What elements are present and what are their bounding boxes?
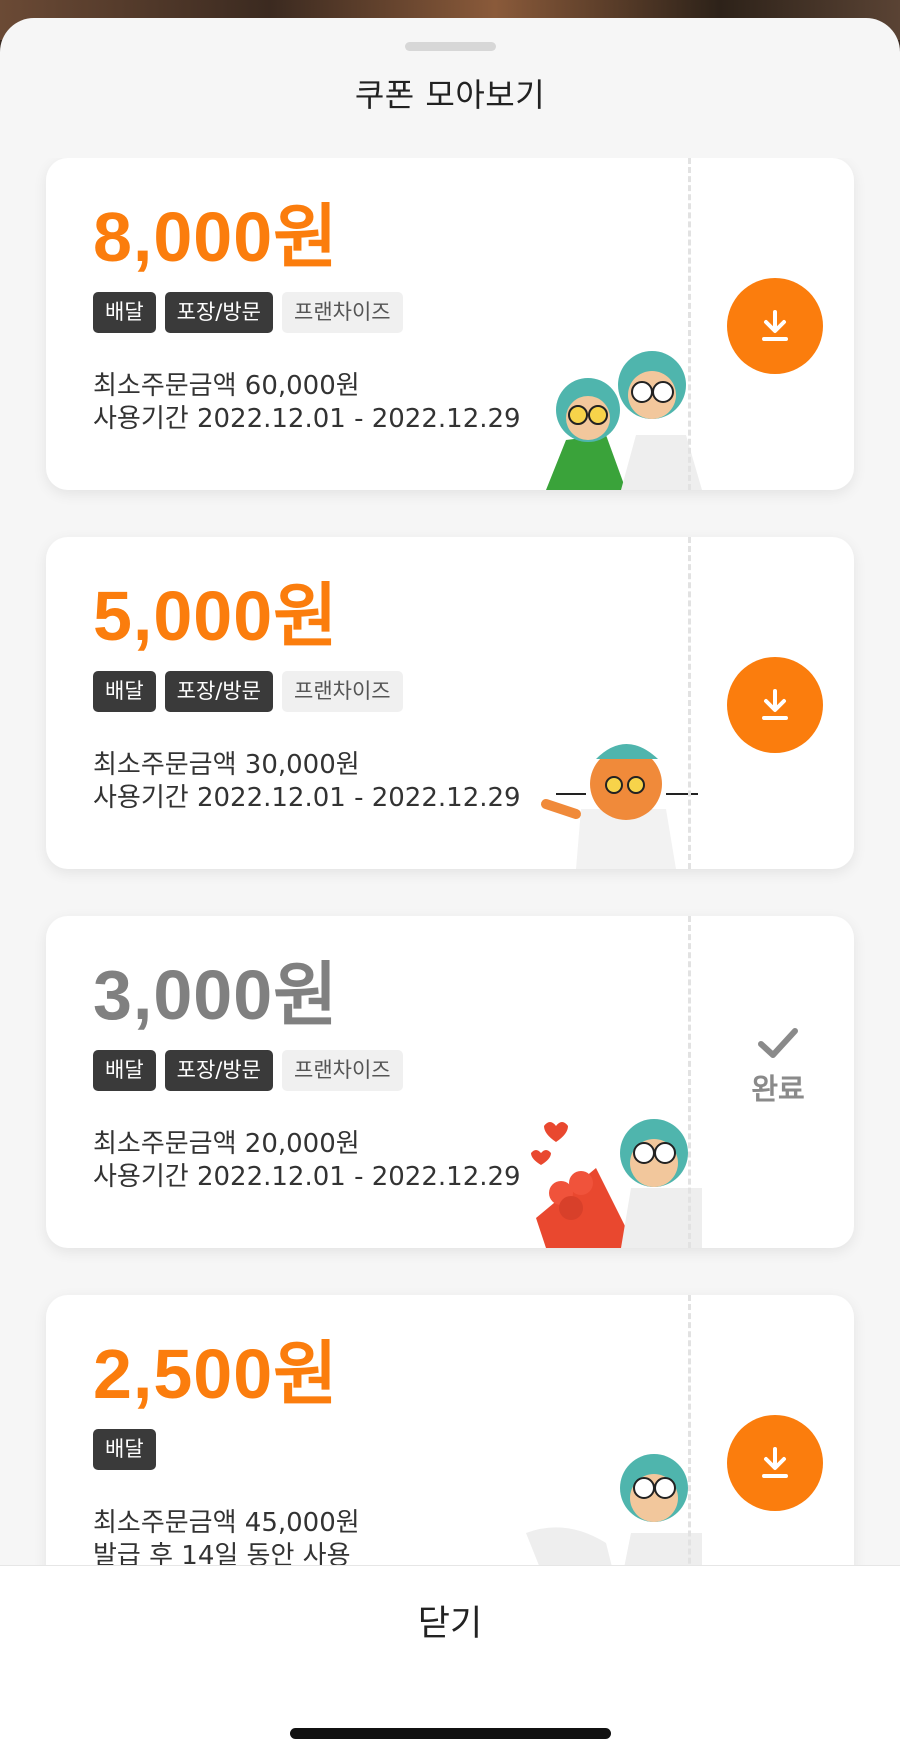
coupon-perforation [688,158,691,490]
coupon-card: 5,000원 배달 포장/방문 프랜차이즈 최소주문금액 30,000원 사용기… [46,537,854,869]
home-indicator [290,1728,611,1739]
tag-pickup: 포장/방문 [164,292,273,333]
coupon-min-order: 최소주문금액 60,000원 [93,371,360,401]
download-coupon-button[interactable] [727,657,823,753]
coupon-period: 사용기간 2022.12.01 - 2022.12.29 [93,1162,521,1192]
tag-delivery: 배달 [93,1429,156,1470]
coupon-info: 최소주문금액 20,000원 사용기간 2022.12.01 - 2022.12… [93,1128,521,1194]
coupon-bottom-sheet: 쿠폰 모아보기 8,000원 배달 포장/방문 프랜차이즈 최소주문금액 60,… [0,18,900,1757]
tag-franchise: 프랜차이즈 [282,671,403,712]
coupon-card: 3,000원 배달 포장/방문 프랜차이즈 최소주문금액 20,000원 사용기… [46,916,854,1248]
tag-delivery: 배달 [93,1050,156,1091]
download-icon [762,1447,788,1478]
tag-pickup: 포장/방문 [164,671,273,712]
tag-franchise: 프랜차이즈 [282,1050,403,1091]
coupon-amount: 3,000원 [93,956,339,1034]
coupon-min-order: 최소주문금액 30,000원 [93,750,360,780]
coupon-card: 8,000원 배달 포장/방문 프랜차이즈 최소주문금액 60,000원 사용기… [46,158,854,490]
coupon-perforation [688,916,691,1248]
coupon-card: 2,500원 배달 최소주문금액 45,000원 발급 후 14일 동안 사용 [46,1295,854,1583]
coupon-tags: 배달 포장/방문 프랜차이즈 [93,1050,403,1091]
coupon-perforation [688,1295,691,1583]
bouquet-character-illustration [531,1119,702,1248]
sheet-footer: 닫기 [0,1565,900,1757]
coupon-amount: 5,000원 [93,577,339,655]
sheet-drag-handle[interactable] [405,42,496,51]
completed-label: 완료 [751,1074,805,1106]
download-coupon-button[interactable] [727,278,823,374]
coupon-info: 최소주문금액 45,000원 발급 후 14일 동안 사용 [93,1507,360,1573]
coupon-amount: 2,500원 [93,1335,339,1413]
coupon-amount: 8,000원 [93,198,339,276]
coupon-info: 최소주문금액 60,000원 사용기간 2022.12.01 - 2022.12… [93,370,521,436]
coupon-completed-status: 완료 [733,1026,823,1108]
download-icon [762,310,788,341]
coupon-min-order: 최소주문금액 20,000원 [93,1129,360,1159]
download-icon [762,689,788,720]
coupon-perforation [688,537,691,869]
tag-delivery: 배달 [93,671,156,712]
character-illustration [526,1454,702,1583]
coupon-period: 사용기간 2022.12.01 - 2022.12.29 [93,783,521,813]
coupon-tags: 배달 포장/방문 프랜차이즈 [93,292,403,333]
coupon-tags: 배달 포장/방문 프랜차이즈 [93,671,403,712]
coupon-info: 최소주문금액 30,000원 사용기간 2022.12.01 - 2022.12… [93,749,521,815]
coupon-min-order: 최소주문금액 45,000원 [93,1508,360,1538]
sheet-title: 쿠폰 모아보기 [354,76,546,114]
tag-pickup: 포장/방문 [164,1050,273,1091]
check-icon [758,1028,798,1058]
download-coupon-button[interactable] [727,1415,823,1511]
character-illustration [546,351,702,490]
coupon-list[interactable]: 8,000원 배달 포장/방문 프랜차이즈 최소주문금액 60,000원 사용기… [0,158,900,1583]
tag-delivery: 배달 [93,292,156,333]
close-button[interactable]: 닫기 [350,1594,550,1654]
coupon-tags: 배달 [93,1429,156,1470]
tag-franchise: 프랜차이즈 [282,292,403,333]
coupon-period: 사용기간 2022.12.01 - 2022.12.29 [93,404,521,434]
cat-character-illustration [541,744,698,869]
